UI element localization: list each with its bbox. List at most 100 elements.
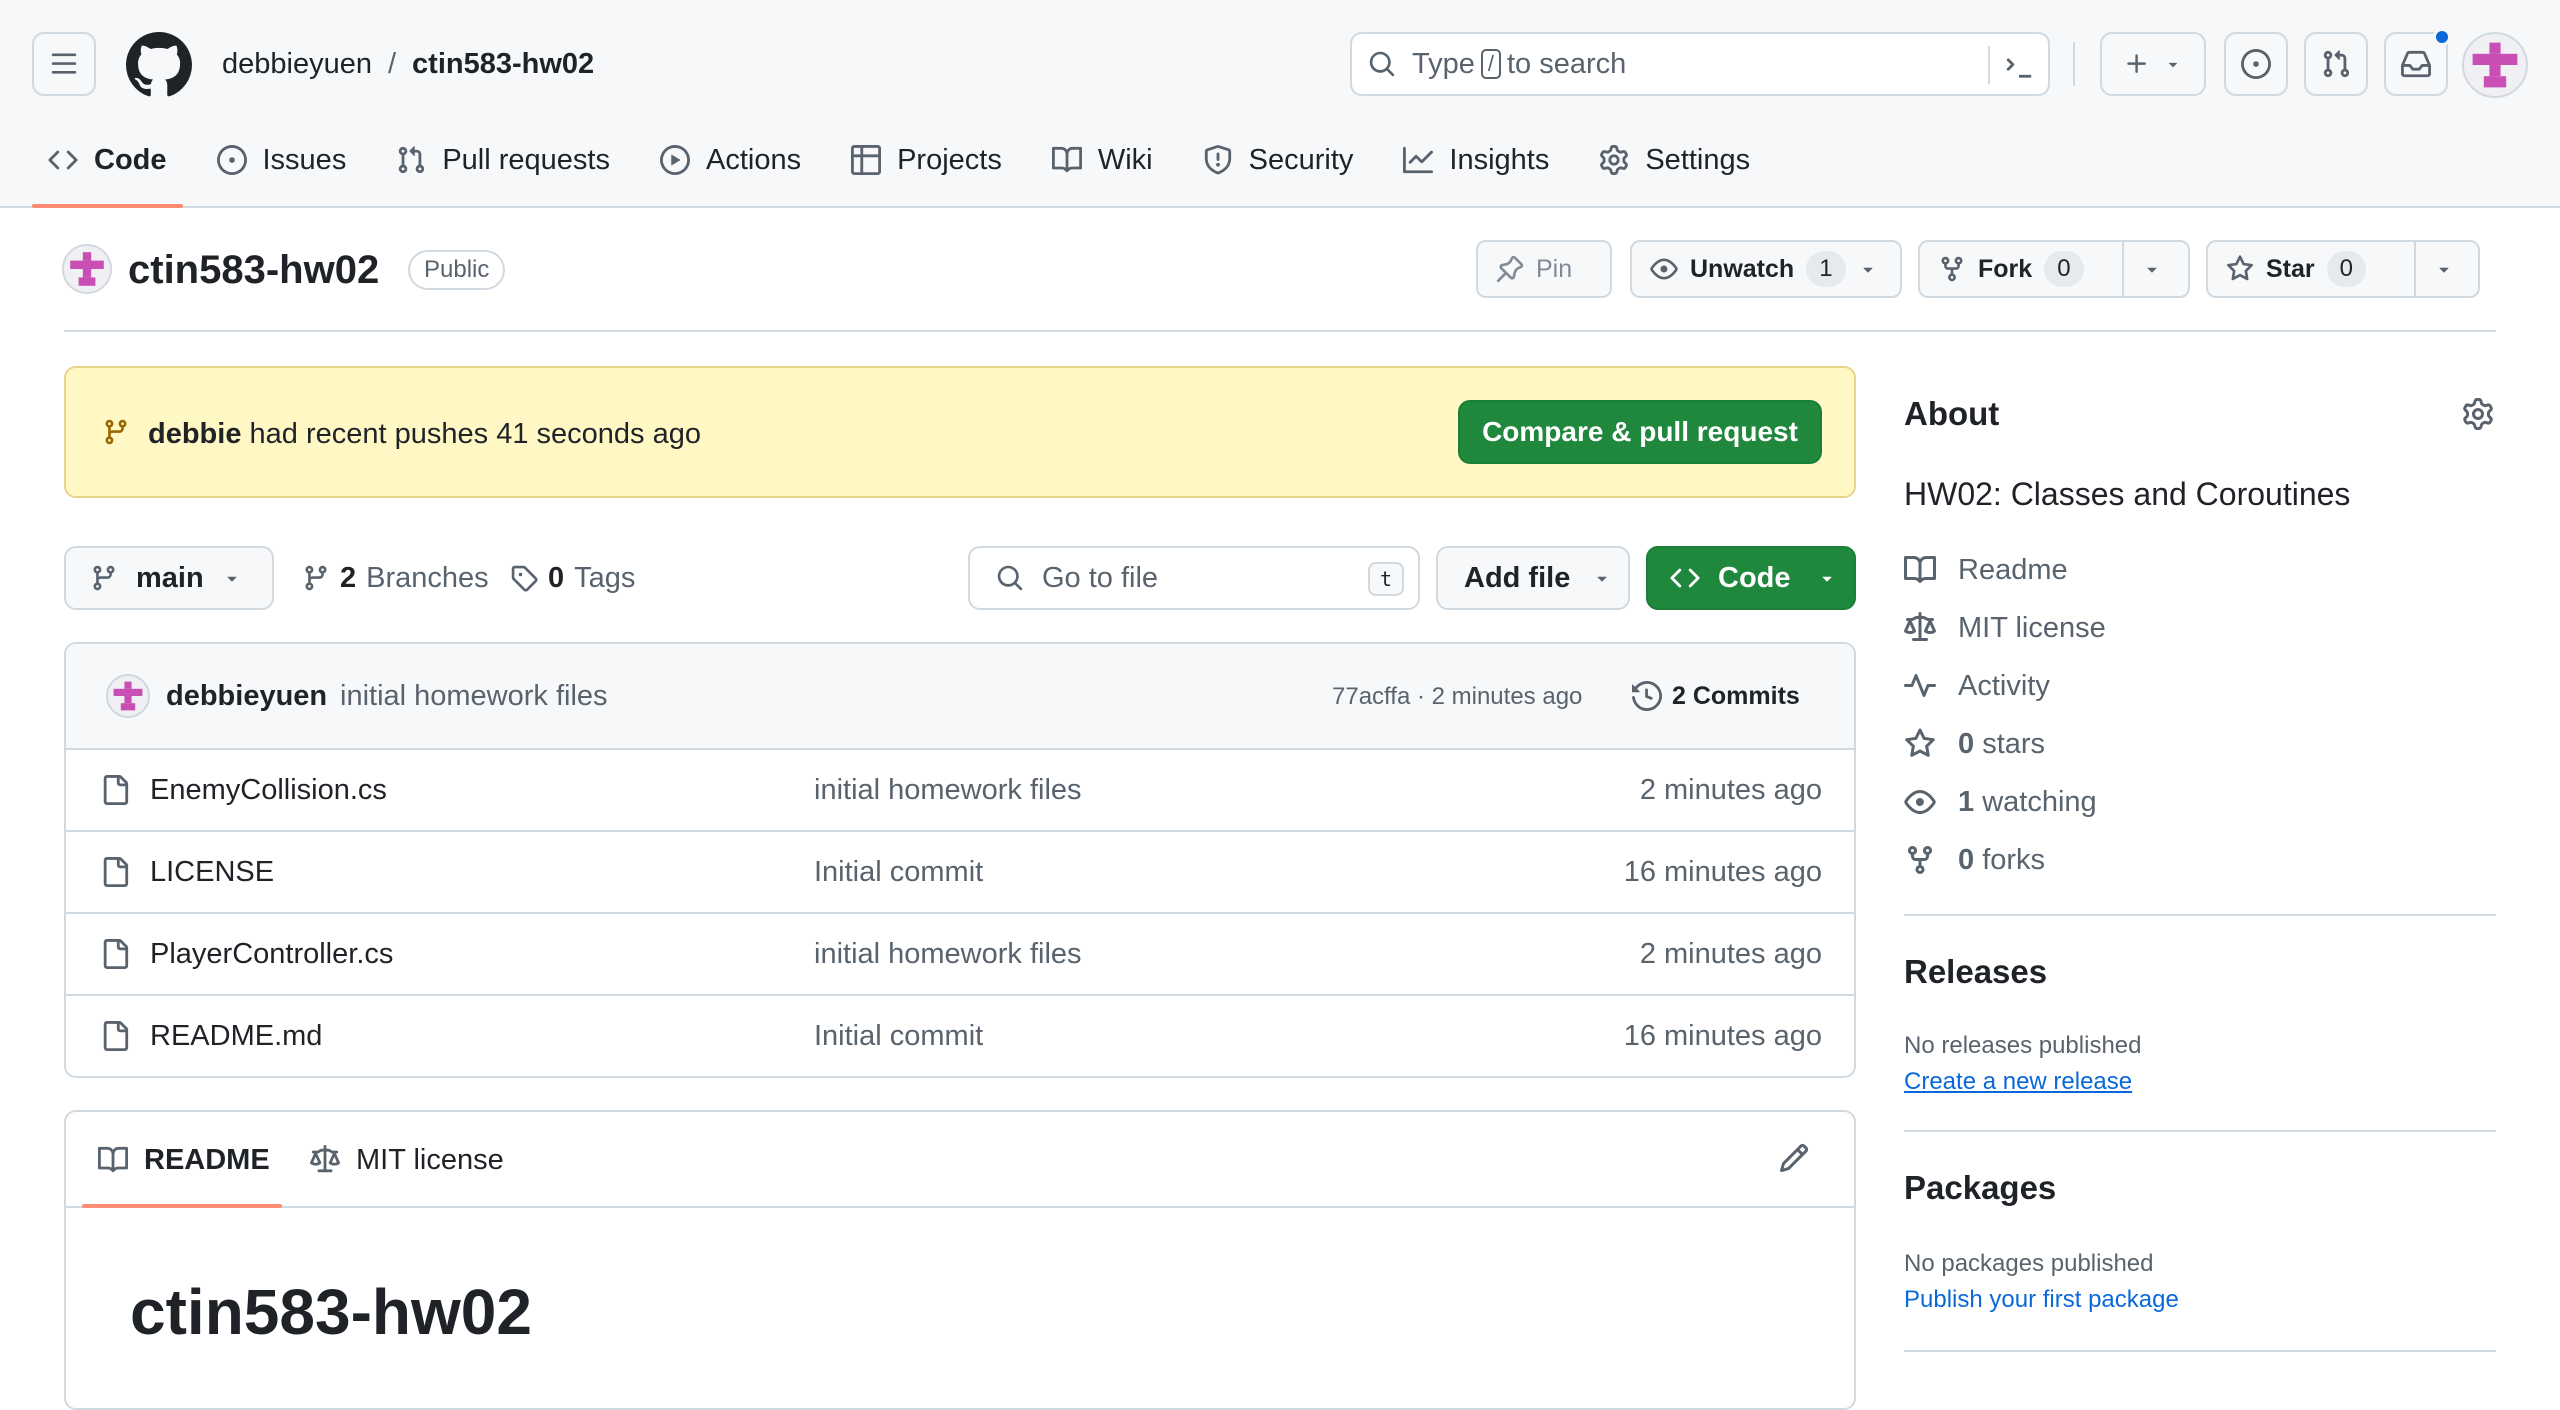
commits-link[interactable]: 2 Commits bbox=[1632, 676, 1800, 716]
readme-label: Readme bbox=[1958, 554, 2068, 586]
tab-readme[interactable]: README bbox=[98, 1136, 270, 1184]
chevron-down-icon bbox=[1592, 568, 1612, 588]
go-to-file-input[interactable]: Go to file t bbox=[968, 546, 1420, 610]
tab-license[interactable]: MIT license bbox=[310, 1136, 504, 1184]
history-icon bbox=[1632, 681, 1662, 711]
search-input[interactable]: Type / to search bbox=[1350, 32, 2050, 96]
pin-button[interactable]: Pin bbox=[1476, 240, 1612, 298]
tags-link[interactable]: 0 Tags bbox=[510, 556, 635, 600]
create-release-link[interactable]: Create a new release bbox=[1904, 1066, 2132, 1098]
tab-code[interactable]: Code bbox=[32, 132, 183, 208]
global-header: debbieyuen / ctin583-hw02 Type / to sear… bbox=[0, 0, 2560, 208]
star-dropdown[interactable] bbox=[2414, 242, 2472, 296]
file-commit-message[interactable]: Initial commit bbox=[814, 852, 983, 892]
tab-label: Issues bbox=[262, 143, 347, 176]
law-icon bbox=[1904, 612, 1936, 644]
tab-security[interactable]: Security bbox=[1187, 132, 1370, 188]
edit-pencil-icon[interactable] bbox=[1778, 1142, 1810, 1174]
tab-pull-requests[interactable]: Pull requests bbox=[380, 132, 626, 188]
star-icon bbox=[1904, 728, 1936, 760]
search-divider bbox=[1988, 46, 1990, 84]
tab-insights[interactable]: Insights bbox=[1387, 132, 1565, 188]
forks-count: 0 bbox=[1958, 844, 1975, 876]
forks-link[interactable]: 0 forks bbox=[1904, 840, 2045, 880]
issue-icon bbox=[216, 145, 247, 175]
push-message: debbie had recent pushes 41 seconds ago bbox=[148, 414, 701, 454]
stars-label: stars bbox=[1982, 728, 2046, 760]
commit-message[interactable]: initial homework files bbox=[340, 676, 608, 716]
divider bbox=[1904, 914, 2496, 916]
owner-link[interactable]: debbieyuen bbox=[222, 44, 372, 84]
tab-projects[interactable]: Projects bbox=[835, 132, 1018, 188]
table-icon bbox=[851, 145, 882, 175]
activity-link[interactable]: Activity bbox=[1904, 666, 2050, 706]
star-button[interactable]: Star 0 bbox=[2208, 242, 2414, 296]
tab-actions[interactable]: Actions bbox=[644, 132, 817, 188]
fork-dropdown[interactable] bbox=[2122, 242, 2180, 296]
branch-selector[interactable]: main bbox=[64, 546, 274, 610]
tab-settings[interactable]: Settings bbox=[1583, 132, 1766, 188]
push-text: had recent pushes 41 seconds ago bbox=[249, 418, 701, 450]
code-button[interactable]: Code bbox=[1646, 546, 1856, 610]
file-name[interactable]: LICENSE bbox=[150, 852, 274, 892]
commit-author[interactable]: debbieyuen bbox=[166, 676, 327, 716]
publish-package-link[interactable]: Publish your first package bbox=[1904, 1284, 2179, 1316]
search-icon bbox=[996, 564, 1024, 592]
menu-button[interactable] bbox=[32, 32, 96, 96]
license-link[interactable]: MIT license bbox=[1904, 608, 2106, 648]
readme-heading: ctin583-hw02 bbox=[130, 1276, 532, 1348]
pull-request-icon bbox=[2321, 49, 2351, 79]
file-commit-message[interactable]: initial homework files bbox=[814, 934, 1082, 974]
shortcut-key: t bbox=[1368, 562, 1404, 596]
table-row: LICENSE Initial commit 16 minutes ago bbox=[66, 832, 1854, 914]
table-row: PlayerController.cs initial homework fil… bbox=[66, 914, 1854, 996]
file-name[interactable]: PlayerController.cs bbox=[150, 934, 393, 974]
file-commit-message[interactable]: initial homework files bbox=[814, 770, 1082, 810]
repo-link[interactable]: ctin583-hw02 bbox=[412, 44, 594, 84]
repo-owner-avatar[interactable] bbox=[62, 244, 112, 294]
github-logo-icon[interactable] bbox=[126, 32, 192, 98]
pull-requests-button[interactable] bbox=[2304, 32, 2368, 96]
file-name[interactable]: README.md bbox=[150, 1016, 322, 1056]
repo-title[interactable]: ctin583-hw02 bbox=[128, 246, 379, 294]
code-button-label: Code bbox=[1718, 561, 1791, 594]
branches-link[interactable]: 2 Branches bbox=[302, 556, 489, 600]
add-file-button[interactable]: Add file bbox=[1436, 546, 1630, 610]
watch-button[interactable]: Unwatch 1 bbox=[1630, 240, 1902, 298]
issue-icon bbox=[2241, 49, 2271, 79]
releases-title[interactable]: Releases bbox=[1904, 950, 2047, 994]
issues-button[interactable] bbox=[2224, 32, 2288, 96]
file-table: debbieyuen initial homework files 77acff… bbox=[64, 642, 1856, 1078]
stars-link[interactable]: 0 stars bbox=[1904, 724, 2045, 764]
packages-title[interactable]: Packages bbox=[1904, 1166, 2056, 1210]
branch-name: main bbox=[136, 561, 204, 594]
tab-wiki[interactable]: Wiki bbox=[1036, 132, 1169, 188]
active-tab-indicator bbox=[82, 1204, 282, 1208]
fork-count: 0 bbox=[2044, 251, 2084, 287]
watching-link[interactable]: 1 watching bbox=[1904, 782, 2097, 822]
fork-button[interactable]: Fork 0 bbox=[1920, 242, 2122, 296]
readme-link[interactable]: Readme bbox=[1904, 550, 2068, 590]
tab-label: Code bbox=[94, 143, 167, 176]
packages-note: No packages published bbox=[1904, 1250, 2154, 1277]
command-palette-icon[interactable] bbox=[2004, 50, 2034, 80]
avatar[interactable] bbox=[2462, 32, 2528, 98]
file-name[interactable]: EnemyCollision.cs bbox=[150, 770, 387, 810]
table-row: EnemyCollision.cs initial homework files… bbox=[66, 750, 1854, 832]
tab-label: README bbox=[144, 1144, 270, 1176]
file-commit-message[interactable]: Initial commit bbox=[814, 1016, 983, 1056]
code-icon bbox=[48, 145, 78, 175]
tab-label: Projects bbox=[897, 143, 1002, 176]
watching-count: 1 bbox=[1958, 786, 1975, 818]
branch-icon bbox=[102, 418, 130, 446]
compare-pull-request-button[interactable]: Compare & pull request bbox=[1458, 400, 1822, 464]
push-user[interactable]: debbie bbox=[148, 418, 241, 450]
commit-hash-time[interactable]: 77acffa · 2 minutes ago bbox=[1332, 680, 1582, 714]
avatar[interactable] bbox=[106, 674, 150, 718]
gear-icon[interactable] bbox=[2462, 398, 2494, 430]
tab-issues[interactable]: Issues bbox=[201, 132, 363, 188]
branch-icon bbox=[90, 564, 118, 592]
gear-icon bbox=[1599, 145, 1629, 175]
fork-label: Fork bbox=[1978, 254, 2033, 283]
create-new-button[interactable] bbox=[2100, 32, 2206, 96]
